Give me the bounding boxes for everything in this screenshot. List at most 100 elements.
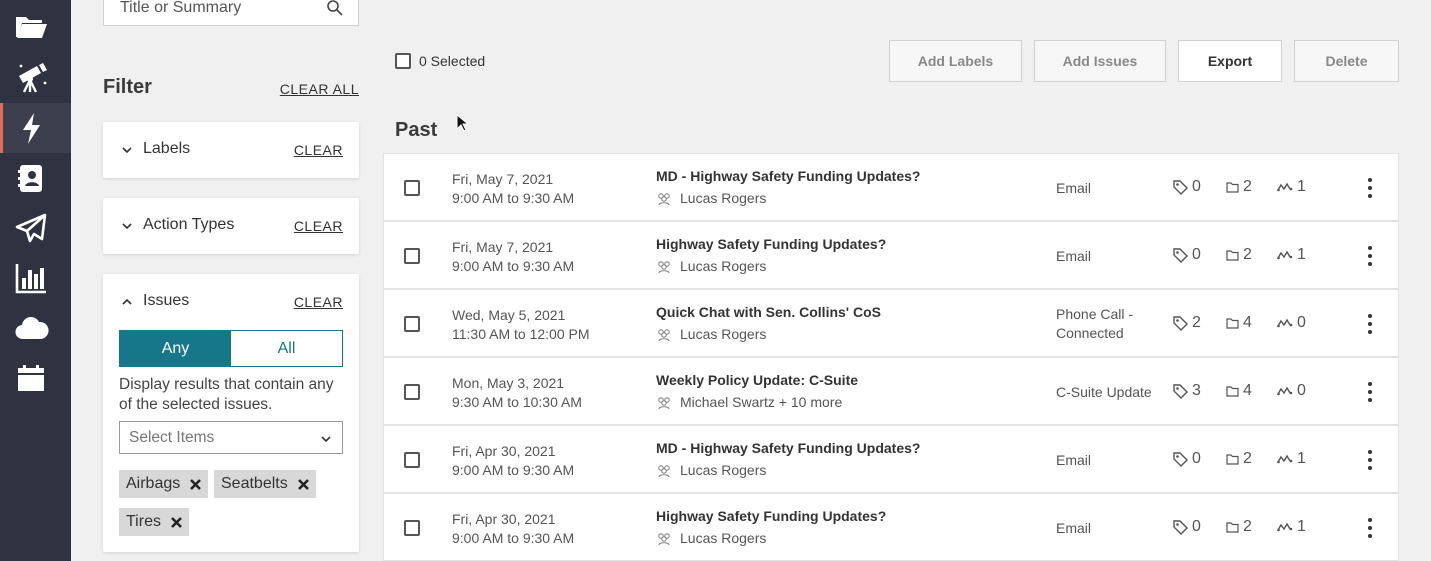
row-title[interactable]: MD - Highway Safety Funding Updates? [656,440,920,456]
toggle-all[interactable]: All [231,331,342,366]
links-count: 1 [1297,178,1306,195]
more-options-icon[interactable] [1360,380,1380,404]
row-title[interactable]: Highway Safety Funding Updates? [656,508,886,524]
nav-contacts[interactable] [0,153,71,203]
search-icon[interactable] [326,0,344,17]
clear-all-link[interactable]: CLEAR ALL [280,81,359,97]
row-time: 9:00 AM to 9:30 AM [452,258,575,274]
remove-chip-icon[interactable] [189,478,202,491]
nav-reports[interactable] [0,253,71,303]
labels-filter-header[interactable]: Labels CLEAR [103,122,359,178]
nav-calendar[interactable] [0,353,71,403]
bar-chart-icon [15,264,46,294]
row-checkbox[interactable] [404,520,420,536]
people-icon [658,397,670,410]
row-date: Mon, May 3, 2021 [452,375,565,391]
row-action-type: Email [1056,179,1156,198]
chevron-down-icon [321,436,331,443]
cloud-icon [15,317,49,340]
nav-actions[interactable] [0,103,71,153]
chevron-down-icon [122,223,132,230]
more-options-icon[interactable] [1360,244,1380,268]
row-date: Fri, May 7, 2021 [452,239,554,255]
more-options-icon[interactable] [1360,448,1380,472]
nav-folders[interactable] [0,2,71,52]
labels-filter-card: Labels CLEAR [103,122,359,178]
table-row[interactable]: Mon, May 3, 2021 9:30 AM to 10:30 AM Wee… [383,357,1399,425]
row-title[interactable]: Weekly Policy Update: C-Suite [656,372,858,388]
nav-research[interactable] [0,52,71,102]
row-people-label: Lucas Rogers [680,530,767,546]
table-row[interactable]: Fri, May 7, 2021 9:00 AM to 9:30 AM MD -… [383,153,1399,221]
row-people-label: Lucas Rogers [680,258,767,274]
labels-count: 0 [1192,246,1201,263]
sidebar [0,0,71,561]
row-people: Lucas Rogers [656,530,766,546]
add-labels-button[interactable]: Add Labels [889,40,1022,82]
nav-outreach[interactable] [0,203,71,253]
row-checkbox[interactable] [404,384,420,400]
row-title[interactable]: Highway Safety Funding Updates? [656,236,886,252]
issues-select-placeholder: Select Items [129,429,215,446]
row-time: 9:00 AM to 9:30 AM [452,190,575,206]
tag-icon [1173,520,1188,535]
labels-count: 2 [1192,314,1201,331]
table-row[interactable]: Fri, Apr 30, 2021 9:00 AM to 9:30 AM MD … [383,425,1399,493]
action-types-filter-header[interactable]: Action Types CLEAR [103,198,359,254]
select-all-checkbox[interactable] [395,53,411,69]
folder-open-icon [16,17,47,38]
row-time: 9:30 AM to 10:30 AM [452,394,582,410]
tag-icon [1173,384,1188,399]
row-type-line1: Email [1056,520,1092,536]
row-datetime: Fri, Apr 30, 2021 9:00 AM to 9:30 AM [452,442,574,480]
links-count: 1 [1297,450,1306,467]
row-action-type: Email [1056,247,1156,266]
table-row[interactable]: Fri, May 7, 2021 9:00 AM to 9:30 AM High… [383,221,1399,289]
labels-count: 3 [1192,382,1201,399]
export-button[interactable]: Export [1178,40,1282,82]
delete-button[interactable]: Delete [1294,40,1399,82]
issues-filter-header[interactable]: Issues CLEAR [103,274,359,330]
toggle-any[interactable]: Any [120,331,231,366]
issues-clear-link[interactable]: CLEAR [294,294,343,310]
action-types-clear-link[interactable]: CLEAR [294,218,343,234]
issues-select[interactable]: Select Items [119,421,343,454]
table-row[interactable]: Wed, May 5, 2021 11:30 AM to 12:00 PM Qu… [383,289,1399,357]
folder-icon [1226,522,1239,533]
remove-chip-icon[interactable] [170,516,183,529]
search-input[interactable] [120,0,320,17]
nav-cloud[interactable] [0,303,71,353]
row-checkbox[interactable] [404,248,420,264]
row-people: Lucas Rogers [656,258,766,274]
row-checkbox[interactable] [404,180,420,196]
labels-clear-link[interactable]: CLEAR [294,142,343,158]
issue-chip-label: Seatbelts [221,475,288,492]
row-action-type: Phone Call - Connected [1056,305,1156,343]
more-options-icon[interactable] [1360,176,1380,200]
row-checkbox[interactable] [404,452,420,468]
more-options-icon[interactable] [1360,516,1380,540]
row-type-line1: Phone Call - [1056,306,1134,322]
tag-icon [1173,248,1188,263]
more-options-icon[interactable] [1360,312,1380,336]
row-date: Wed, May 5, 2021 [452,307,566,323]
table-row[interactable]: Fri, Apr 30, 2021 9:00 AM to 9:30 AM Hig… [383,493,1399,561]
search-box [103,0,359,26]
row-labels-count: 0 [1172,518,1201,536]
row-title[interactable]: Quick Chat with Sen. Collins' CoS [656,304,881,320]
link-icon [1277,250,1293,260]
row-people: Lucas Rogers [656,462,766,478]
lightning-icon [23,113,40,144]
people-icon [658,329,670,342]
links-count: 1 [1297,518,1306,535]
action-types-filter-card: Action Types CLEAR [103,198,359,254]
tag-icon [1173,452,1188,467]
row-title[interactable]: MD - Highway Safety Funding Updates? [656,168,920,184]
remove-chip-icon[interactable] [297,478,310,491]
row-checkbox[interactable] [404,316,420,332]
row-labels-count: 0 [1172,450,1201,468]
add-issues-button[interactable]: Add Issues [1034,40,1166,82]
link-icon [1277,386,1293,396]
row-links-count: 1 [1277,518,1306,536]
link-icon [1277,522,1293,532]
